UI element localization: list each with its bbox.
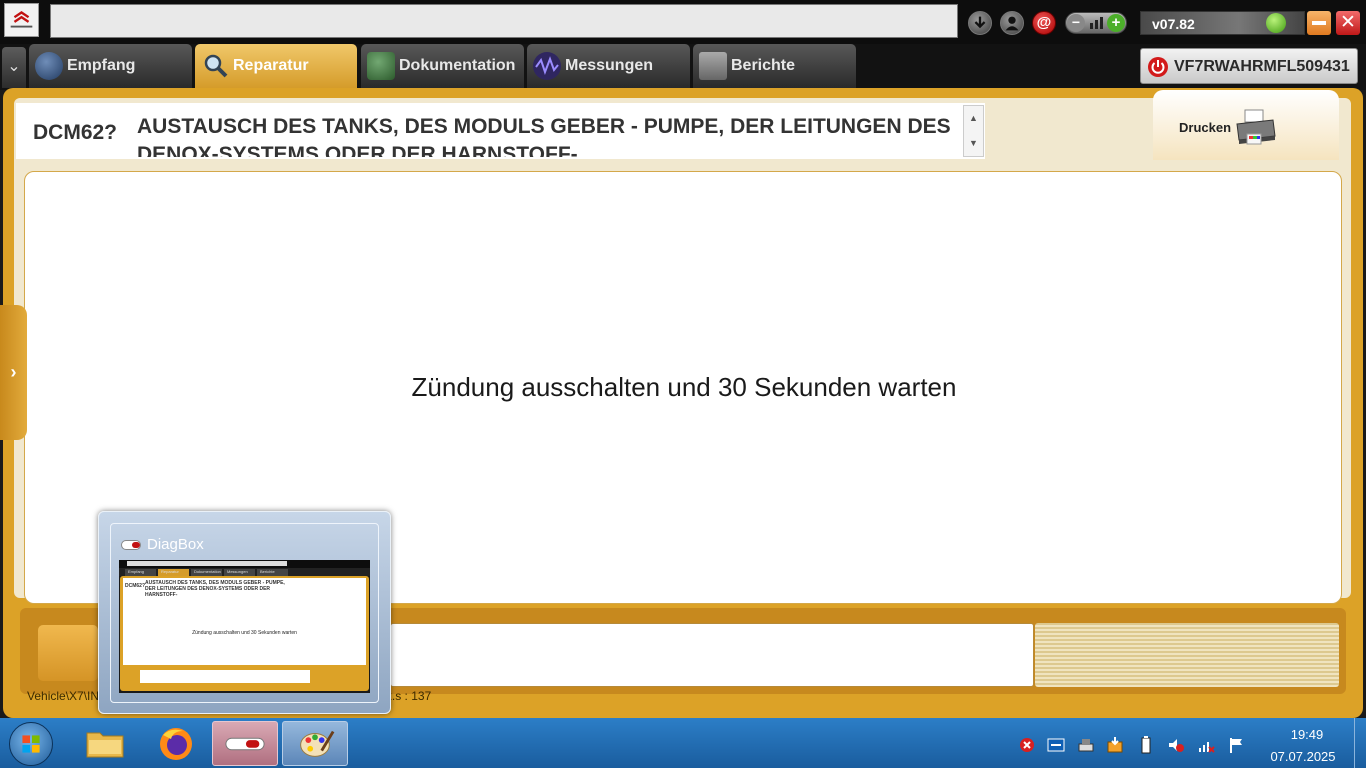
tray-error-icon[interactable] <box>1018 736 1036 754</box>
menu-toggle-button[interactable]: ⌄ <box>2 47 26 88</box>
at-sign-icon: @ <box>1036 14 1052 31</box>
user-icon <box>1005 16 1019 31</box>
start-button[interactable] <box>9 722 53 766</box>
download-icon <box>974 16 986 29</box>
instruction-message: Zündung ausschalten und 30 Sekunden wart… <box>411 372 957 402</box>
thumbnail-tabs: Empfang Reparatur Dokumentation Messunge… <box>119 568 370 576</box>
tab-berichte[interactable]: Berichte <box>693 44 856 88</box>
tab-label: Dokumentation <box>399 57 516 74</box>
folder-icon <box>86 732 124 758</box>
minimize-button[interactable] <box>1307 11 1331 35</box>
taskbar-explorer-button[interactable] <box>72 721 138 766</box>
procedure-code: DCM62? <box>33 121 118 144</box>
progress-area <box>1035 623 1339 687</box>
thumbnail-message: Zündung ausschalten und 30 Sekunden wart… <box>192 630 297 636</box>
message-output-field <box>390 623 1034 687</box>
thumbnail-tab: Dokumentation <box>191 569 222 576</box>
tab-dokumentation[interactable]: Dokumentation <box>361 44 524 88</box>
bottom-left-button[interactable] <box>38 625 98 681</box>
print-label: Drucken <box>1179 120 1232 135</box>
tray-teamviewer-icon[interactable] <box>1047 736 1065 754</box>
clock-time[interactable]: 19:49 <box>1270 727 1344 742</box>
tab-empfang[interactable]: Empfang <box>29 44 192 88</box>
main-tabbar: ⌄ Empfang Reparatur Dokumentation Messun… <box>0 44 1366 90</box>
printer-icon <box>1236 109 1276 145</box>
waveform-icon <box>533 52 561 80</box>
procedure-header: DCM62? AUSTAUSCH DES TANKS, DES MODULS G… <box>16 103 985 159</box>
taskbar-paint-button[interactable] <box>282 721 348 766</box>
connection-status-icon <box>1266 13 1286 33</box>
thumbnail-code: DCM62? <box>125 583 146 589</box>
thumbnail-frame: DiagBox Empfang Reparatur Dokumentation … <box>110 523 379 703</box>
close-button[interactable]: ✕ <box>1336 11 1360 35</box>
clock-date[interactable]: 07.07.2025 <box>1262 749 1344 764</box>
tray-network-icon[interactable] <box>1197 736 1215 754</box>
tab-messungen[interactable]: Messungen <box>527 44 690 88</box>
address-field[interactable] <box>50 4 958 38</box>
tab-label: Reparatur <box>233 57 309 74</box>
tab-label: Messungen <box>565 57 654 74</box>
thumbnail-screen[interactable]: Empfang Reparatur Dokumentation Messunge… <box>119 560 370 693</box>
side-panel-toggle[interactable]: › <box>0 305 27 440</box>
thumbnail-tab: Empfang <box>125 569 156 576</box>
taskbar-firefox-button[interactable] <box>143 721 209 766</box>
taskbar-thumbnail-preview[interactable]: DiagBox Empfang Reparatur Dokumentation … <box>98 511 391 714</box>
volume-up-icon[interactable]: + <box>1107 14 1125 32</box>
thumbnail-bottom-field <box>140 670 310 683</box>
windows-logo-icon <box>22 735 40 753</box>
tray-battery-icon[interactable] <box>1137 736 1155 754</box>
scroll-up-icon[interactable]: ▲ <box>964 106 983 131</box>
thumbnail-title: DiagBox <box>147 536 204 553</box>
version-indicator: v07.82 <box>1140 11 1305 35</box>
power-icon <box>1148 57 1168 77</box>
volume-down-icon[interactable]: − <box>1067 14 1085 32</box>
thumbnail-content: DCM62? AUSTAUSCH DES TANKS, DES MODULS G… <box>123 578 366 665</box>
vin-label: VF7RWAHRMFL509431 <box>1174 58 1350 75</box>
thumbnail-content-frame: DCM62? AUSTAUSCH DES TANKS, DES MODULS G… <box>120 576 369 691</box>
tray-device-icon[interactable] <box>1077 736 1095 754</box>
volume-control[interactable]: − + <box>1065 12 1127 34</box>
thumbnail-procedure-title: AUSTAUSCH DES TANKS, DES MODULS GEBER - … <box>145 580 285 598</box>
user-button[interactable] <box>1000 11 1024 35</box>
diagbox-app-icon <box>121 540 141 550</box>
download-button[interactable] <box>968 11 992 35</box>
book-icon <box>367 52 395 80</box>
volume-level-icon <box>1090 17 1104 29</box>
procedure-title: AUSTAUSCH DES TANKS, DES MODULS GEBER - … <box>137 115 951 157</box>
chevron-right-icon: › <box>10 362 17 382</box>
vehicle-vin-button[interactable]: VF7RWAHRMFL509431 <box>1140 48 1358 84</box>
show-desktop-button[interactable] <box>1354 718 1366 768</box>
tray-action-center-icon[interactable] <box>1228 736 1246 754</box>
tray-update-icon[interactable] <box>1106 736 1124 754</box>
thumbnail-tab: Messungen <box>224 569 255 576</box>
thumbnail-header <box>119 560 370 568</box>
print-button[interactable]: Drucken <box>1153 90 1339 160</box>
mail-button[interactable]: @ <box>1032 11 1056 35</box>
windows-taskbar <box>0 718 1366 768</box>
tab-label: Berichte <box>731 57 796 74</box>
taskbar-diagbox-button[interactable] <box>212 721 278 766</box>
title-scrollbar[interactable]: ▲ ▼ <box>963 105 984 157</box>
tab-reparatur[interactable]: Reparatur <box>195 44 357 88</box>
diagbox-icon <box>225 737 265 751</box>
tab-label: Empfang <box>67 57 136 74</box>
paint-palette-icon <box>300 730 335 757</box>
magnifier-icon <box>201 52 229 80</box>
citroen-logo <box>4 3 39 37</box>
firefox-icon <box>160 728 192 760</box>
thumbnail-tab: Reparatur <box>158 569 189 576</box>
chevron-down-icon: ⌄ <box>7 58 21 75</box>
scroll-down-icon[interactable]: ▼ <box>964 131 983 156</box>
thumbnail-tab: Berichte <box>257 569 288 576</box>
tray-volume-muted-icon[interactable] <box>1167 736 1185 754</box>
app-header: @ − + v07.82 ✕ <box>0 0 1366 44</box>
report-icon <box>699 52 727 80</box>
close-icon: ✕ <box>1340 12 1356 33</box>
version-label: v07.82 <box>1152 16 1195 32</box>
globe-icon <box>35 52 63 80</box>
